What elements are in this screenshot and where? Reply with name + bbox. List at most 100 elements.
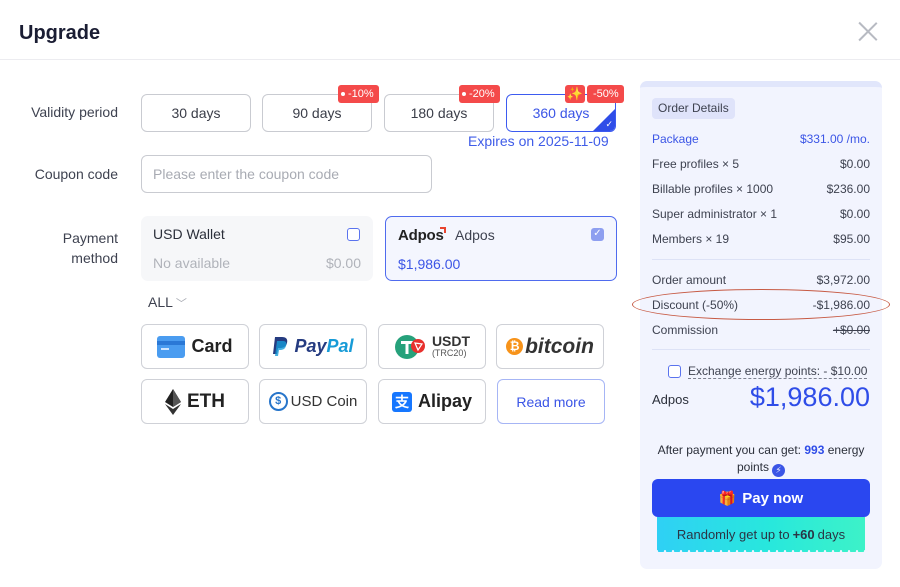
row-label: Package — [652, 132, 699, 146]
adpos-checkbox[interactable]: ✓ — [591, 228, 604, 241]
card-icon — [157, 335, 186, 358]
after-prefix: After payment you can get: — [657, 443, 801, 457]
line-item-row: Members × 19 $95.00 — [652, 232, 870, 246]
method-label: PayPal — [294, 336, 354, 356]
commission-row: Commission +$0.00 — [652, 323, 870, 337]
row-label: Members × 19 — [652, 232, 730, 246]
promo-prefix: Randomly get up to — [676, 527, 790, 542]
validity-period-label: Validity period — [31, 104, 118, 120]
wallet-name: USD Wallet — [153, 226, 225, 242]
lightning-icon: ⚡ — [772, 464, 786, 477]
row-value: $0.00 — [839, 157, 870, 171]
adpos-logo: Adpos — [398, 227, 444, 244]
row-label: Commission — [652, 323, 719, 337]
coupon-input[interactable] — [141, 155, 432, 193]
adpos-logo-mark — [440, 227, 446, 233]
pay-method-bitcoin[interactable]: ₿ bitcoin — [496, 324, 604, 369]
row-value: $0.00 — [839, 207, 870, 221]
read-more-button[interactable]: Read more — [497, 379, 605, 424]
promo-suffix: days — [817, 527, 846, 542]
discount-tag-360: -50% — [587, 85, 624, 103]
adpos-amount: $1,986.00 — [398, 256, 461, 272]
method-label: Card — [191, 336, 233, 356]
alipay-icon: 支 — [391, 391, 412, 412]
pay-method-usdc[interactable]: $ USD Coin — [259, 379, 367, 424]
pay-method-eth[interactable]: ETH — [141, 379, 249, 424]
bonus-days-banner: Randomly get up to +60 days — [657, 517, 865, 556]
method-label: USDT — [431, 332, 471, 349]
filter-label: ALL — [148, 294, 173, 310]
row-label: Discount (-50%) — [652, 298, 739, 312]
dialog-header: Upgrade — [0, 0, 900, 60]
order-amount-row: Order amount $3,972.00 — [652, 273, 870, 287]
usdc-icon: $ — [268, 392, 288, 411]
row-value: $236.00 — [826, 182, 870, 196]
gift-icon: 🎁 — [718, 489, 737, 506]
adpos-option[interactable]: Adpos Adpos ✓ $1,986.00 — [385, 216, 617, 281]
method-sublabel: (TRC20) — [431, 347, 467, 358]
promo-value: +60 — [792, 527, 815, 542]
adpos-name: Adpos — [455, 227, 495, 243]
discount-row: Discount (-50%) -$1,986.00 — [652, 298, 870, 312]
exchange-energy-label[interactable]: Exchange energy points: - $10.00 — [688, 364, 868, 379]
pay-method-name: Adpos — [652, 392, 689, 407]
energy-points-value: 993 — [804, 443, 825, 457]
line-item-row: Super administrator × 1 $0.00 — [652, 207, 870, 221]
bitcoin-icon: ₿ — [506, 338, 524, 355]
pay-method-paypal[interactable]: PayPal — [259, 324, 367, 369]
total-amount: $1,986.00 — [749, 382, 870, 412]
sparkle-icon: ✨ — [565, 85, 585, 103]
usd-wallet-option[interactable]: USD Wallet No available $0.00 — [141, 216, 373, 281]
usdt-label: USDT (TRC20) — [431, 332, 471, 359]
row-label: Billable profiles × 1000 — [652, 182, 774, 196]
coupon-label: Coupon code — [34, 166, 118, 182]
row-value: -$1,986.00 — [812, 298, 870, 312]
row-label: Free profiles × 5 — [652, 157, 740, 171]
period-label: 180 days — [410, 105, 468, 121]
pay-method-card[interactable]: Card — [141, 324, 249, 369]
wallet-status: No available — [153, 255, 231, 271]
period-label: 360 days — [532, 105, 590, 121]
discount-tag-90: -10% — [338, 85, 379, 103]
line-item-row: Free profiles × 5 $0.00 — [652, 157, 870, 171]
wallet-balance: $0.00 — [325, 255, 361, 271]
method-label: Alipay — [417, 391, 473, 411]
row-value: +$0.00 — [832, 323, 870, 337]
row-label: Super administrator × 1 — [652, 207, 778, 221]
payment-label-line1: Payment — [62, 230, 118, 246]
method-label: USD Coin — [290, 393, 358, 410]
paypal-icon — [273, 336, 288, 356]
exchange-energy-checkbox[interactable] — [668, 365, 681, 378]
payment-method-label: Payment method — [0, 228, 118, 268]
row-value: $331.00 /mo. — [799, 132, 870, 146]
divider — [652, 259, 870, 260]
method-label: ETH — [187, 390, 225, 412]
row-label: Order amount — [652, 273, 727, 287]
check-icon: ✓ — [605, 119, 613, 129]
package-row: Package $331.00 /mo. — [652, 132, 870, 146]
chevron-down-icon: ﹀ — [175, 298, 187, 310]
dialog-title: Upgrade — [19, 22, 101, 44]
method-label: bitcoin — [525, 334, 594, 358]
pay-method-alipay[interactable]: 支 Alipay — [378, 379, 486, 424]
usdt-icon — [394, 334, 425, 359]
ethereum-icon — [165, 388, 181, 415]
divider — [652, 349, 870, 350]
period-label: 90 days — [292, 105, 342, 121]
discount-tag-180: -20% — [459, 85, 500, 103]
payment-label-line2: method — [71, 250, 118, 266]
period-option-30[interactable]: 30 days — [141, 94, 251, 132]
wallet-checkbox[interactable] — [347, 228, 360, 241]
pay-now-button[interactable]: 🎁 Pay now — [652, 479, 870, 517]
pay-method-usdt[interactable]: USDT (TRC20) — [378, 324, 486, 369]
close-icon[interactable] — [857, 21, 879, 43]
payment-filter-dropdown[interactable]: ALL ﹀ — [148, 294, 187, 311]
row-value: $3,972.00 — [816, 273, 870, 287]
order-details-badge: Order Details — [652, 98, 735, 119]
row-value: $95.00 — [833, 232, 870, 246]
line-item-row: Billable profiles × 1000 $236.00 — [652, 182, 870, 196]
expiry-date: Expires on 2025-11-09 — [468, 133, 609, 149]
method-label-suffix: Pal — [326, 336, 354, 356]
energy-points-info: After payment you can get: 993 energy po… — [645, 442, 877, 477]
period-label: 30 days — [171, 105, 221, 121]
